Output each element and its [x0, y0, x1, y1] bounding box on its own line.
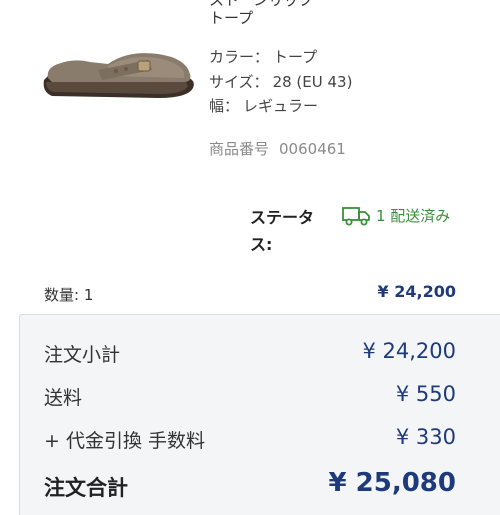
cod-fee-label: + 代金引換 手数料	[44, 430, 205, 452]
subtotal-value: ¥ 24,200	[362, 339, 456, 363]
attribute-value: レギュラー	[243, 97, 319, 115]
order-total-label: 注文合計	[44, 476, 128, 500]
status-label: ステータス:	[250, 208, 315, 254]
shipping-value: ¥ 550	[395, 382, 456, 406]
attribute-key: サイズ：	[209, 73, 269, 91]
shipping-label: 送料	[44, 387, 83, 409]
product-sku: 商品番号 0060461	[209, 138, 346, 159]
attribute-key: カラー：	[209, 48, 270, 66]
product-variant: トープ	[209, 9, 254, 27]
product-attribute-size: サイズ： 28 (EU 43)	[209, 71, 352, 92]
product-image[interactable]	[38, 40, 198, 106]
attribute-value: 28 (EU 43)	[272, 73, 353, 91]
cod-fee-value: ¥ 330	[395, 425, 456, 449]
status-text: 1 配送済み	[376, 207, 451, 225]
subtotal-label: 注文小計	[44, 344, 121, 366]
attribute-value: トープ	[273, 48, 318, 66]
product-attribute-width: 幅： レギュラー	[209, 95, 318, 116]
sku-value: 0060461	[279, 140, 346, 158]
sku-label: 商品番号	[209, 140, 270, 158]
product-attribute-color: カラー： トープ	[209, 46, 317, 67]
quantity-label: 数量: 1	[44, 286, 94, 304]
line-price: ¥ 24,200	[377, 282, 456, 301]
order-total-value: ¥ 25,080	[328, 468, 456, 498]
truck-icon	[342, 207, 370, 226]
attribute-key: 幅：	[209, 97, 240, 115]
